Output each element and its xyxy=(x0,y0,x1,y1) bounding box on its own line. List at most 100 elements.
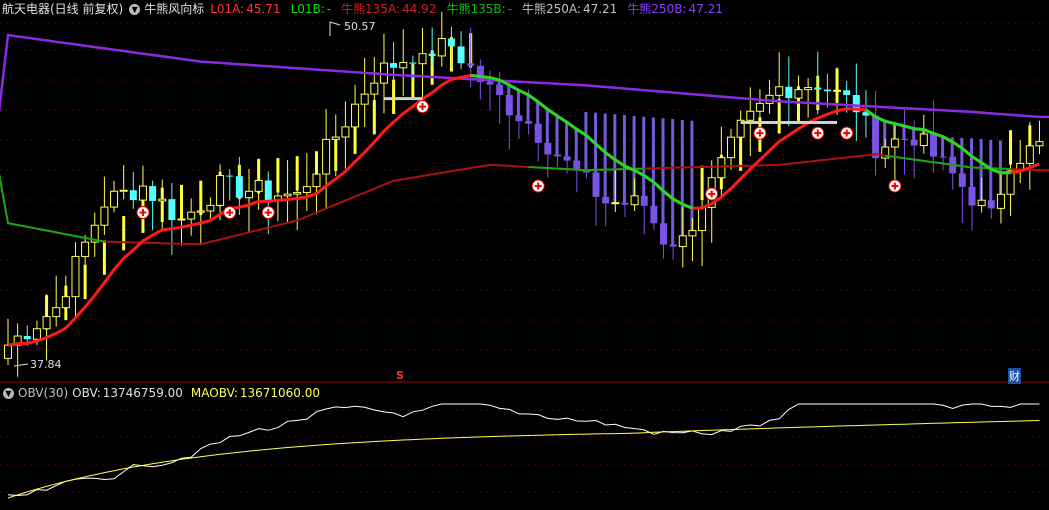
candle-body xyxy=(755,102,764,112)
candle-body xyxy=(996,193,1005,209)
candle-body xyxy=(678,235,687,248)
candle-body xyxy=(138,185,147,201)
candle-body xyxy=(177,218,186,221)
signal-bar xyxy=(671,119,675,247)
candle-body xyxy=(939,156,947,158)
high-pointer xyxy=(329,21,341,36)
candle-body xyxy=(977,199,986,207)
candle-body xyxy=(418,53,427,65)
candle-body xyxy=(437,38,446,57)
candle-body xyxy=(23,336,31,340)
candle-body xyxy=(119,189,128,192)
candle-body xyxy=(467,63,475,66)
candle-body xyxy=(958,173,966,187)
candle-body xyxy=(901,138,909,140)
candle-body xyxy=(457,46,465,64)
candle-body xyxy=(196,210,205,213)
candle-body xyxy=(775,86,784,96)
candle-body xyxy=(688,230,697,237)
s-marker: S xyxy=(396,369,404,382)
candle-body xyxy=(563,156,571,161)
maobv-line xyxy=(7,420,1040,499)
candle-body xyxy=(226,175,234,177)
candle-body xyxy=(322,138,331,175)
candle-body xyxy=(61,296,70,309)
candle-body xyxy=(100,206,109,226)
candle-body xyxy=(987,200,995,209)
candle-body xyxy=(110,190,119,208)
candle-body xyxy=(525,121,533,124)
candle-body xyxy=(81,241,90,257)
candle-body xyxy=(399,62,408,69)
ma-mid-bull-line xyxy=(0,173,105,243)
candle-body xyxy=(370,82,379,95)
candle-body xyxy=(669,244,677,247)
candle-body xyxy=(264,180,272,201)
candle-body xyxy=(727,136,735,159)
candle-body xyxy=(602,196,610,204)
candle-body xyxy=(245,190,253,199)
candle-body xyxy=(872,115,880,159)
candle-body xyxy=(52,307,61,318)
candle-body xyxy=(929,133,937,157)
candle-body xyxy=(187,211,196,220)
candle-body xyxy=(515,115,523,122)
candle-body xyxy=(919,133,928,147)
candle-body xyxy=(794,89,803,99)
candle-body xyxy=(428,53,436,56)
finance-marker[interactable]: 财 xyxy=(1008,368,1021,384)
obv-line xyxy=(7,403,1040,497)
candle-body xyxy=(409,62,417,64)
candle-body xyxy=(216,175,225,206)
price-chart-canvas[interactable] xyxy=(0,0,1049,510)
candle-body xyxy=(611,202,620,205)
candle-body xyxy=(158,198,167,202)
stock-chart-window: { "header": { "title": "航天电器(日线 前复权)", "… xyxy=(0,0,1049,510)
candle-body xyxy=(1025,145,1034,164)
candle-body xyxy=(843,90,851,96)
candle-body xyxy=(968,186,976,206)
candle-body xyxy=(910,139,918,146)
candle-body xyxy=(447,38,455,47)
candle-body xyxy=(804,87,813,91)
signal-bar xyxy=(122,215,126,251)
candle-body xyxy=(698,206,707,232)
candle-body xyxy=(254,179,263,192)
candle-body xyxy=(534,123,542,143)
candle-body xyxy=(149,186,157,201)
low-pointer xyxy=(13,363,29,367)
low-price-label: 37.84 xyxy=(30,358,62,371)
candle-body xyxy=(553,154,561,157)
signal-bar xyxy=(690,120,694,231)
candle-body xyxy=(168,199,176,221)
candle-body xyxy=(32,328,41,340)
candle-body xyxy=(621,202,629,205)
candle-body xyxy=(496,84,504,96)
candle-body xyxy=(129,190,137,201)
candle-body xyxy=(814,87,822,90)
candle-body xyxy=(660,223,668,245)
candle-body xyxy=(293,192,302,195)
candle-body xyxy=(833,89,842,92)
candle-body xyxy=(640,195,648,206)
candle-body xyxy=(592,172,600,197)
candle-body xyxy=(351,103,360,128)
ma-short-bull-line xyxy=(470,74,693,210)
signal-bar xyxy=(102,240,106,275)
candle-body xyxy=(544,142,552,155)
candle-body xyxy=(331,136,340,140)
candle-body xyxy=(71,255,80,298)
ma-mid-line xyxy=(0,153,1049,246)
candle-body xyxy=(302,186,311,194)
candle-body xyxy=(312,173,321,188)
candle-body xyxy=(42,316,51,330)
candle-body xyxy=(630,195,639,206)
candle-body xyxy=(235,176,243,198)
candle-body xyxy=(785,86,793,99)
candle-body xyxy=(486,81,494,85)
candle-body xyxy=(1006,170,1015,195)
candle-body xyxy=(390,63,398,68)
candle-body xyxy=(746,110,755,121)
candle-body xyxy=(360,93,369,105)
candle-body xyxy=(505,95,513,116)
